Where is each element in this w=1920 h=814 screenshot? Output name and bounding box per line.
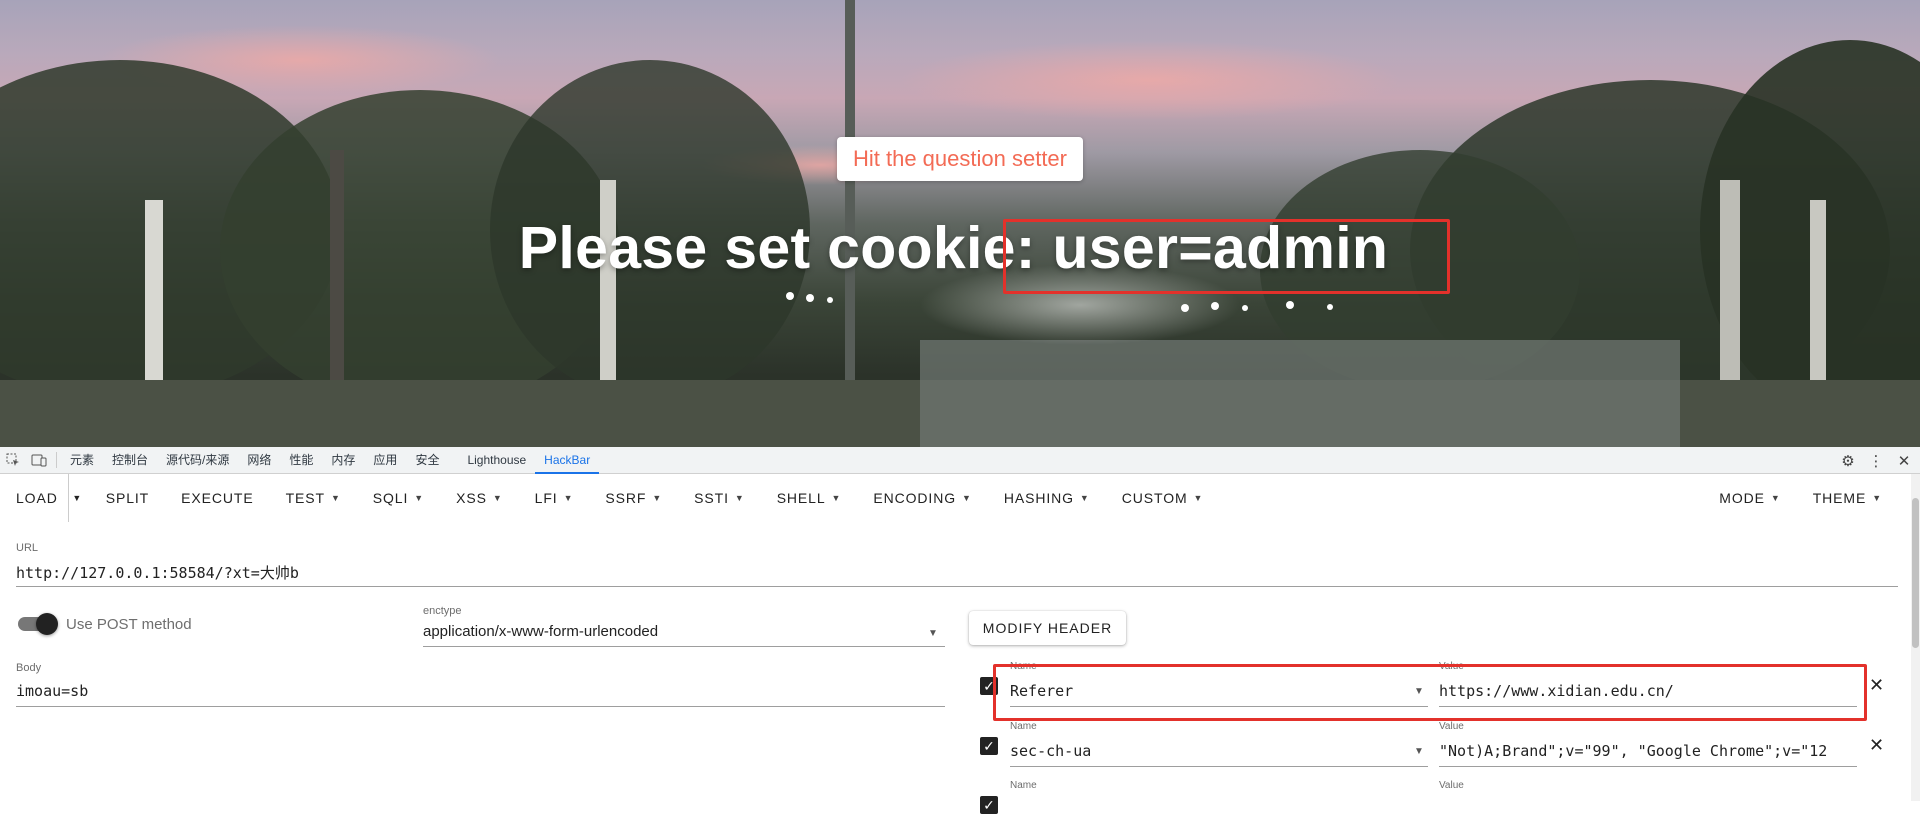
panel-scrollbar[interactable] (1911, 474, 1920, 801)
inspect-element-icon[interactable] (0, 447, 26, 474)
modify-header-button[interactable]: MODIFY HEADER (969, 611, 1126, 645)
devtools-actions: ⚙ ⋮ ✕ (1838, 447, 1914, 474)
body-underline (16, 706, 945, 707)
caret-down-icon: ▼ (1193, 493, 1204, 503)
annotation-highlight-box (1003, 219, 1450, 294)
caret-down-icon: ▼ (831, 493, 842, 503)
header-2-checkbox[interactable]: ✓ (980, 737, 998, 755)
custom-label: CUSTOM (1121, 490, 1188, 506)
settings-gear-icon[interactable]: ⚙ (1838, 452, 1858, 470)
web-page-viewport: Hit the question setter Please set cooki… (0, 0, 1920, 447)
toggle-knob (36, 613, 58, 635)
devtools-tab-bar: 元素 控制台 源代码/来源 网络 性能 内存 应用 安全 Lighthouse … (0, 447, 1920, 474)
caret-down-icon: ▼ (1079, 493, 1090, 503)
header-2-value-label: Value (1439, 721, 1464, 732)
header-2-value-underline (1439, 766, 1857, 767)
custom-menu[interactable]: CUSTOM ▼ (1106, 474, 1220, 522)
tab-security[interactable]: 安全 (406, 447, 448, 474)
header-3-value-label: Value (1439, 780, 1464, 791)
tab-divider (56, 452, 57, 468)
use-post-label: Use POST method (66, 616, 192, 633)
ssrf-menu[interactable]: SSRF ▼ (589, 474, 678, 522)
hashing-label: HASHING (1003, 490, 1074, 506)
annotation-highlight-box (993, 664, 1867, 721)
tab-sources[interactable]: 源代码/来源 (157, 447, 238, 474)
hashing-menu[interactable]: HASHING ▼ (988, 474, 1106, 522)
xss-label: XSS (456, 490, 487, 506)
tab-console[interactable]: 控制台 (103, 447, 157, 474)
url-underline (16, 586, 1898, 587)
execute-label: EXECUTE (181, 490, 254, 506)
tab-network[interactable]: 网络 (238, 447, 280, 474)
url-input[interactable]: http://127.0.0.1:58584/?xt=大帅b (16, 562, 299, 583)
load-dropdown-caret-icon[interactable]: ▼ (67, 474, 86, 522)
lfi-menu[interactable]: LFI ▼ (519, 474, 590, 522)
close-icon[interactable]: ✕ (1894, 452, 1914, 470)
tab-hackbar[interactable]: HackBar (535, 447, 600, 474)
use-post-toggle[interactable] (18, 613, 58, 635)
header-1-remove-icon[interactable]: ✕ (1869, 675, 1884, 696)
toolbar-right-group: MODE ▼ THEME ▼ (1703, 474, 1898, 522)
page-heading: Please set cookie: user=admin (518, 215, 1389, 281)
enctype-underline (423, 646, 945, 647)
header-3-checkbox[interactable]: ✓ (980, 796, 998, 814)
encoding-label: ENCODING (873, 490, 957, 506)
scrollbar-thumb[interactable] (1912, 498, 1919, 648)
device-toolbar-icon[interactable] (26, 447, 52, 474)
caret-down-icon: ▼ (330, 493, 341, 503)
caret-down-icon: ▼ (962, 493, 972, 503)
test-menu[interactable]: TEST ▼ (270, 474, 357, 522)
header-2-name-label: Name (1010, 721, 1037, 732)
shell-label: SHELL (776, 490, 826, 506)
caret-down-icon: ▼ (563, 493, 574, 503)
hackbar-toolbar: LOAD ▼ SPLIT EXECUTE TEST ▼ SQLI ▼ XSS ▼ LF… (0, 474, 1920, 522)
caret-down-icon: ▼ (734, 493, 745, 503)
split-button[interactable]: SPLIT (90, 474, 165, 522)
sqli-menu[interactable]: SQLI ▼ (357, 474, 440, 522)
header-3-name-label: Name (1010, 780, 1037, 791)
tab-application[interactable]: 应用 (364, 447, 406, 474)
header-2-remove-icon[interactable]: ✕ (1869, 735, 1884, 756)
body-label: Body (16, 662, 42, 674)
header-2-name-caret-icon[interactable]: ▼ (1414, 746, 1424, 757)
tab-lighthouse[interactable]: Lighthouse (458, 447, 535, 474)
split-label: SPLIT (105, 490, 150, 506)
enctype-caret-icon[interactable]: ▼ (928, 628, 938, 639)
execute-button[interactable]: EXECUTE (165, 474, 269, 522)
enctype-select[interactable]: application/x-www-form-urlencoded (423, 623, 658, 640)
ssti-label: SSTI (694, 490, 729, 506)
test-label: TEST (285, 490, 325, 506)
shell-menu[interactable]: SHELL ▼ (761, 474, 858, 522)
caret-down-icon: ▼ (652, 493, 663, 503)
tab-memory[interactable]: 内存 (322, 447, 364, 474)
sqli-label: SQLI (372, 490, 409, 506)
theme-menu[interactable]: THEME ▼ (1797, 474, 1898, 522)
mode-label: MODE (1719, 490, 1765, 506)
header-2-name-input[interactable]: sec-ch-ua (1010, 742, 1091, 760)
caret-down-icon: ▼ (1872, 493, 1882, 503)
caret-down-icon: ▼ (492, 493, 503, 503)
mode-menu[interactable]: MODE ▼ (1703, 474, 1796, 522)
url-label: URL (16, 542, 39, 554)
hackbar-panel: LOAD ▼ SPLIT EXECUTE TEST ▼ SQLI ▼ XSS ▼ LF… (0, 474, 1920, 814)
theme-label: THEME (1812, 490, 1867, 506)
body-input[interactable]: imoau=sb (16, 682, 88, 700)
encoding-menu[interactable]: ENCODING ▼ (857, 474, 987, 522)
header-2-value-input[interactable]: "Not)A;Brand";v="99", "Google Chrome";v=… (1439, 742, 1857, 760)
enctype-label: enctype (423, 605, 462, 617)
header-2-name-underline (1010, 766, 1428, 767)
load-button[interactable]: LOAD (0, 474, 68, 522)
tab-performance[interactable]: 性能 (280, 447, 322, 474)
xss-menu[interactable]: XSS ▼ (440, 474, 519, 522)
ssti-menu[interactable]: SSTI ▼ (678, 474, 761, 522)
caret-down-icon: ▼ (1770, 493, 1781, 503)
lfi-label: LFI (534, 490, 558, 506)
caret-down-icon: ▼ (414, 493, 425, 503)
ssrf-label: SSRF (605, 490, 647, 506)
hit-question-setter-button[interactable]: Hit the question setter (837, 137, 1083, 181)
more-options-icon[interactable]: ⋮ (1866, 452, 1886, 470)
tab-elements[interactable]: 元素 (61, 447, 103, 474)
